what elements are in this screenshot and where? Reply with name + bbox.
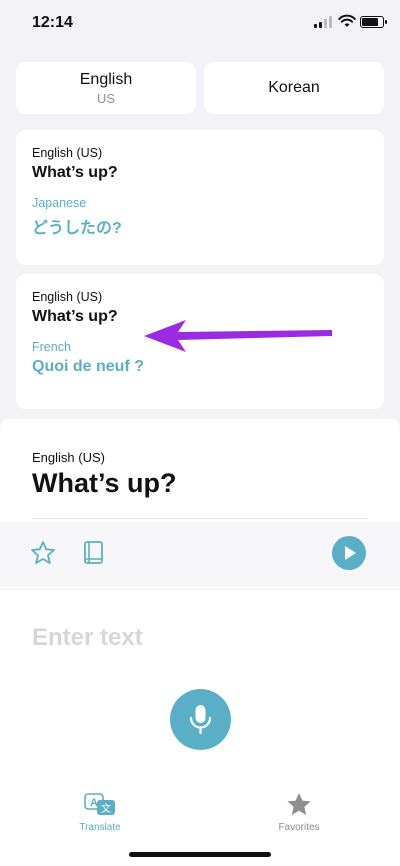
battery-icon: [360, 16, 387, 28]
target-language-name: Korean: [268, 79, 320, 96]
tab-favorites[interactable]: Favorites: [254, 792, 344, 833]
current-source-text: What’s up?: [32, 468, 177, 498]
microphone-button[interactable]: [170, 689, 231, 750]
play-audio-button[interactable]: [332, 536, 366, 570]
enter-text-input[interactable]: [32, 620, 368, 656]
source-language-region: US: [96, 90, 116, 106]
wifi-icon: [338, 14, 356, 27]
card-target-text: Quoi de neuf ?: [32, 358, 144, 375]
screen: 12:14 English US Korean English (US) Wha…: [0, 0, 400, 866]
microphone-icon: [189, 705, 212, 735]
favorite-star-icon[interactable]: [30, 540, 56, 566]
card-target-text: どうしたの?: [32, 220, 122, 237]
dictionary-book-icon[interactable]: [82, 540, 106, 566]
cellular-signal-icon: [314, 16, 334, 28]
svg-text:A: A: [90, 797, 98, 809]
card-source-language: English (US): [32, 290, 103, 304]
card-source-text: What’s up?: [32, 164, 118, 181]
target-language-button[interactable]: Korean: [204, 62, 384, 114]
translation-card-japanese[interactable]: English (US) What’s up? Japanese どうしたの?: [16, 130, 384, 265]
tab-translate[interactable]: A 文 Translate: [55, 792, 145, 833]
star-icon: [287, 793, 311, 815]
svg-text:文: 文: [101, 802, 111, 815]
card-source-language: English (US): [32, 146, 103, 160]
status-time: 12:14: [32, 14, 73, 31]
status-bar: 12:14: [0, 0, 400, 46]
card-target-language: Japanese: [32, 196, 87, 210]
tab-translate-label: Translate: [79, 822, 121, 833]
source-language-name: English: [79, 70, 133, 88]
home-indicator: [129, 852, 271, 857]
source-language-button[interactable]: English US: [16, 62, 196, 114]
annotation-arrow-icon: [144, 320, 332, 352]
current-source-language: English (US): [32, 450, 105, 465]
translate-icon: A 文: [84, 793, 115, 815]
tab-favorites-label: Favorites: [278, 822, 320, 833]
divider: [32, 518, 368, 519]
play-icon: [345, 546, 356, 560]
